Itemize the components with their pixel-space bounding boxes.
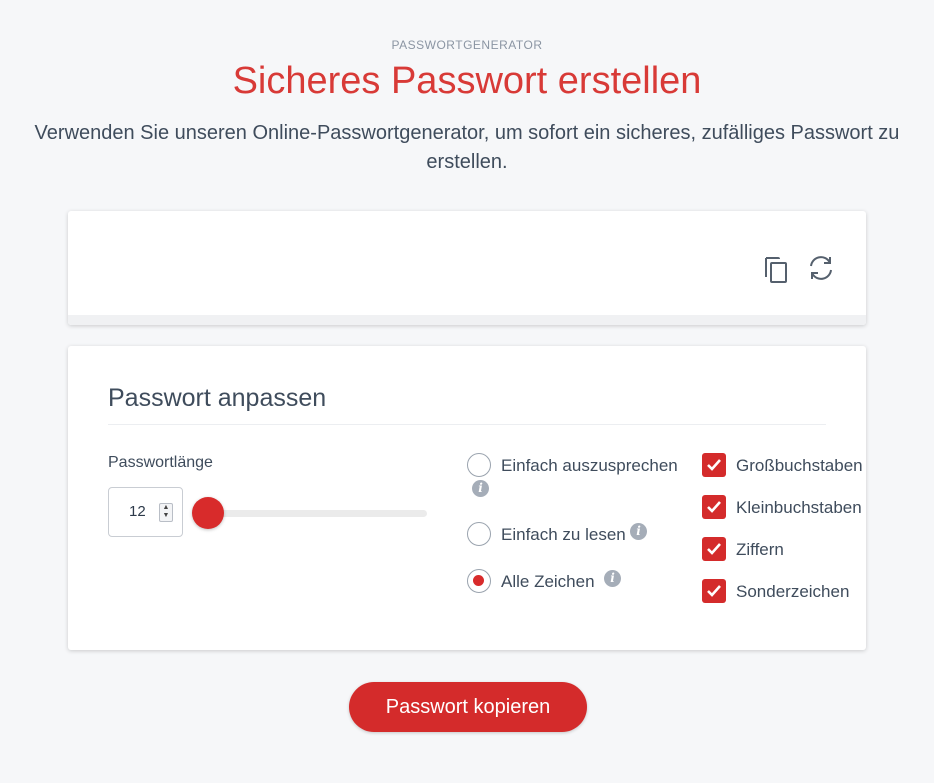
length-slider-track[interactable] — [204, 510, 427, 517]
spinner-up-icon[interactable]: ▲ — [160, 504, 172, 512]
eyebrow-label: PASSWORTGENERATOR — [391, 38, 543, 52]
radio-all-characters[interactable] — [467, 569, 491, 593]
checkbox-label-digits[interactable]: Ziffern — [736, 540, 784, 560]
page-subtitle: Verwenden Sie unseren Online-Passwortgen… — [34, 122, 900, 173]
info-icon[interactable]: i — [630, 523, 647, 540]
page-title: Sicheres Passwort erstellen — [232, 60, 702, 102]
length-value: 12 — [129, 503, 146, 520]
copy-password-button[interactable]: Passwort kopieren — [349, 682, 587, 732]
checkmark-icon — [707, 501, 721, 513]
radio-easy-to-say[interactable] — [467, 453, 491, 477]
radio-label-easy-to-say[interactable]: Einfach auszusprechen — [501, 456, 678, 476]
length-label: Passwortlänge — [108, 454, 213, 471]
checkmark-icon — [707, 543, 721, 555]
copy-icon[interactable] — [762, 253, 790, 285]
output-strength-strip — [68, 315, 866, 325]
settings-title: Passwort anpassen — [108, 384, 327, 412]
radio-label-all-characters[interactable]: Alle Zeichen — [501, 572, 595, 592]
info-icon[interactable]: i — [472, 480, 489, 497]
length-input[interactable]: 12 ▲ ▼ — [108, 487, 183, 537]
length-spinner[interactable]: ▲ ▼ — [159, 503, 173, 522]
checkbox-label-symbols[interactable]: Sonderzeichen — [736, 582, 849, 602]
checkbox-uppercase[interactable] — [702, 453, 726, 477]
radio-easy-to-read[interactable] — [467, 522, 491, 546]
checkbox-symbols[interactable] — [702, 579, 726, 603]
radio-label-easy-to-read[interactable]: Einfach zu lesen — [501, 525, 626, 545]
settings-card: Passwort anpassen Passwortlänge 12 ▲ ▼ E… — [68, 346, 866, 650]
spinner-down-icon[interactable]: ▼ — [160, 512, 172, 520]
length-slider-handle[interactable] — [192, 497, 224, 529]
checkbox-label-lowercase[interactable]: Kleinbuchstaben — [736, 498, 862, 518]
checkbox-label-uppercase[interactable]: Großbuchstaben — [736, 456, 863, 476]
checkbox-lowercase[interactable] — [702, 495, 726, 519]
checkbox-digits[interactable] — [702, 537, 726, 561]
password-output-card — [68, 211, 866, 325]
refresh-icon[interactable] — [806, 253, 836, 283]
checkmark-icon — [707, 585, 721, 597]
info-icon[interactable]: i — [604, 570, 621, 587]
settings-divider — [108, 424, 826, 425]
checkmark-icon — [707, 459, 721, 471]
